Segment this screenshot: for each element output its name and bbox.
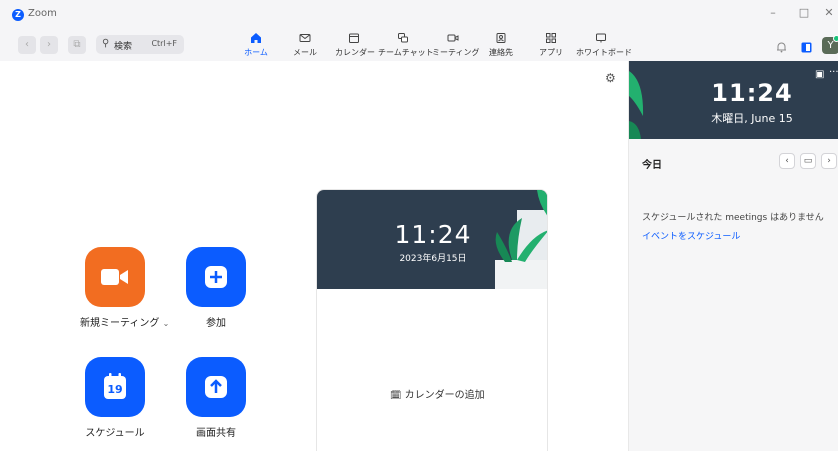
tab-meetings[interactable]: ミーティング bbox=[432, 32, 480, 60]
whiteboard-icon bbox=[576, 32, 626, 46]
home-icon bbox=[242, 32, 270, 46]
history-button[interactable]: ⧉ bbox=[68, 36, 86, 54]
chat-icon bbox=[378, 32, 428, 46]
search-placeholder: 検索 bbox=[114, 42, 133, 52]
tab-contacts[interactable]: 連絡先 bbox=[487, 32, 515, 60]
video-icon bbox=[432, 32, 474, 46]
tab-apps[interactable]: アプリ bbox=[538, 32, 564, 60]
prev-day-button[interactable]: ‹ bbox=[779, 153, 795, 169]
more-options-icon[interactable]: ··· bbox=[829, 67, 838, 78]
panel-toggle-icon[interactable] bbox=[801, 38, 812, 57]
calendar-add-icon: 🗓 bbox=[390, 391, 402, 401]
upcoming-panel: 11:24 木曜日, June 15 ▣ ··· 今日 ‹ ▭ › スケジュール… bbox=[628, 61, 838, 451]
card-date: 2023年6月15日 bbox=[399, 254, 467, 264]
plus-icon bbox=[204, 265, 228, 293]
window-title: Zoom bbox=[28, 8, 57, 19]
back-button[interactable]: ‹ bbox=[18, 36, 36, 54]
join-button[interactable] bbox=[186, 247, 246, 307]
tab-label: ホワイトボード bbox=[576, 48, 632, 57]
tab-label: ホーム bbox=[244, 48, 268, 57]
tab-label: 連絡先 bbox=[489, 48, 513, 57]
next-day-button[interactable]: › bbox=[821, 153, 837, 169]
toolbar: ‹ › ⧉ ⚲ 検索 Ctrl+F ホーム メール カレンダー チームチャット bbox=[0, 30, 838, 61]
video-camera-icon bbox=[101, 267, 129, 291]
add-calendar-label: カレンダーの追加 bbox=[404, 390, 485, 401]
tab-label: メール bbox=[293, 48, 317, 57]
card-hero: 11:24 2023年6月15日 bbox=[317, 190, 547, 289]
close-button[interactable]: ✕ bbox=[822, 6, 836, 19]
gear-icon[interactable]: ⚙ bbox=[605, 71, 616, 85]
schedule-button[interactable]: 19 bbox=[85, 357, 145, 417]
calendar-card: 11:24 2023年6月15日 🗓 カレンダーの追加 bbox=[316, 189, 548, 451]
status-indicator bbox=[833, 35, 838, 42]
contacts-icon bbox=[487, 32, 515, 46]
apps-icon bbox=[538, 32, 564, 46]
new-meeting-button[interactable] bbox=[85, 247, 145, 307]
tab-mail[interactable]: メール bbox=[291, 32, 319, 60]
panel-date: 木曜日, June 15 bbox=[711, 112, 793, 125]
panel-time: 11:24 bbox=[711, 79, 793, 107]
calendar-day: 19 bbox=[107, 383, 123, 396]
tab-label: アプリ bbox=[539, 48, 563, 57]
calendar-icon bbox=[335, 32, 373, 46]
search-shortcut: Ctrl+F bbox=[151, 39, 177, 48]
search-icon: ⚲ bbox=[102, 38, 110, 49]
schedule-event-link[interactable]: イベントをスケジュール bbox=[642, 229, 740, 242]
panel-calendar-icon[interactable]: ▣ bbox=[815, 69, 824, 80]
card-time: 11:24 bbox=[394, 220, 472, 249]
share-screen-label: 画面共有 bbox=[196, 428, 236, 439]
maximize-button[interactable]: □ bbox=[797, 6, 811, 19]
notification-bell-icon[interactable] bbox=[776, 38, 787, 57]
join-label: 参加 bbox=[206, 318, 226, 329]
zoom-logo-icon: Z bbox=[12, 9, 24, 21]
tab-home[interactable]: ホーム bbox=[242, 32, 270, 60]
tab-label: カレンダー bbox=[335, 48, 375, 57]
tab-team-chat[interactable]: チームチャット bbox=[378, 32, 434, 60]
new-meeting-label[interactable]: 新規ミーティング ⌄ bbox=[80, 314, 169, 329]
leaf-illustration-icon bbox=[629, 71, 644, 139]
upload-arrow-icon bbox=[204, 375, 228, 403]
calendar-picker-button[interactable]: ▭ bbox=[800, 153, 816, 169]
panel-hero: 11:24 木曜日, June 15 ▣ ··· bbox=[629, 61, 838, 139]
add-calendar-button[interactable]: 🗓 カレンダーの追加 bbox=[390, 386, 485, 401]
chevron-down-icon[interactable]: ⌄ bbox=[163, 319, 170, 328]
new-meeting-text: 新規ミーティング bbox=[80, 318, 160, 329]
title-bar: Z Zoom – □ ✕ bbox=[0, 0, 838, 30]
no-meetings-message: スケジュールされた meetings はありません bbox=[642, 213, 824, 223]
mail-icon bbox=[291, 32, 319, 46]
share-screen-button[interactable] bbox=[186, 357, 246, 417]
schedule-label: スケジュール bbox=[85, 428, 145, 439]
tab-calendar[interactable]: カレンダー bbox=[335, 32, 375, 60]
today-label: 今日 bbox=[642, 160, 662, 171]
tab-label: チームチャット bbox=[378, 48, 434, 57]
forward-button[interactable]: › bbox=[40, 36, 58, 54]
minimize-button[interactable]: – bbox=[766, 6, 780, 19]
tab-label: ミーティング bbox=[432, 48, 480, 57]
calendar-icon: 19 bbox=[103, 372, 127, 400]
search-input[interactable]: ⚲ 検索 Ctrl+F bbox=[96, 35, 184, 54]
tab-whiteboard[interactable]: ホワイトボード bbox=[576, 32, 632, 60]
